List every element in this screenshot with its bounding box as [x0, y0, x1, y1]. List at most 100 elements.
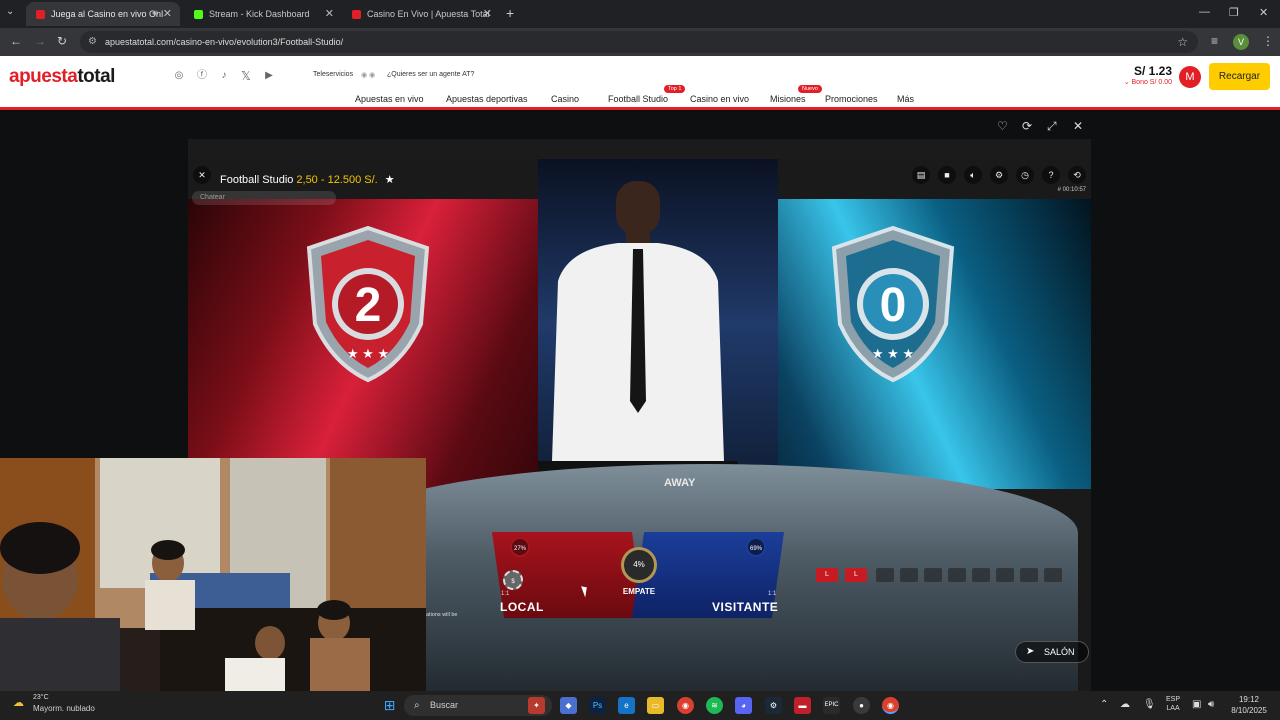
chrome-active-icon[interactable]: ◉ — [882, 697, 899, 714]
history-cell-empty — [1020, 568, 1038, 582]
lobby-icon[interactable]: ⟲ — [1068, 166, 1086, 184]
local-label[interactable]: LOCAL — [500, 600, 544, 614]
settings-gear-icon[interactable]: ⚙︎ — [990, 166, 1008, 184]
speaker-icon[interactable]: 🔊︎ — [152, 8, 158, 19]
phone-icons: ◉ ◉ — [361, 72, 376, 79]
nav-casino-en-vivo[interactable]: Casino en vivo — [690, 94, 749, 104]
history-cell-empty — [948, 568, 966, 582]
game-name: Football Studio — [220, 174, 294, 186]
local-percentage: 27% — [510, 537, 530, 557]
chat-input[interactable]: Chatear — [192, 191, 336, 205]
nav-promociones[interactable]: Promociones — [825, 94, 878, 104]
close-tab-icon[interactable]: ✕ — [483, 7, 492, 20]
chrome-icon[interactable]: ◉ — [677, 697, 694, 714]
user-avatar[interactable]: M — [1179, 66, 1201, 88]
nav-football-studio[interactable]: Football Studio — [608, 94, 668, 104]
reload-icon[interactable]: ↻ — [57, 34, 67, 48]
history-cell-empty — [996, 568, 1014, 582]
nav-mas[interactable]: Más — [897, 94, 914, 104]
close-game-icon[interactable]: ✕ — [1073, 119, 1083, 133]
close-video-icon[interactable]: ✕ — [193, 166, 211, 184]
favorite-star-icon[interactable]: ★ — [385, 174, 395, 186]
weather-icon[interactable]: ☁ — [10, 695, 27, 712]
visitor-label[interactable]: VISITANTE — [712, 600, 778, 614]
game-round-id: # 00:10:57 — [1057, 187, 1086, 193]
salon-button[interactable]: ➤ SALÓN — [1015, 641, 1089, 663]
language-indicator[interactable]: ESP LAA — [1166, 695, 1180, 713]
video-camera-icon[interactable]: ■ — [938, 166, 956, 184]
forward-icon[interactable]: → — [34, 34, 46, 48]
x-twitter-icon[interactable]: 𝕏 — [240, 70, 252, 82]
history-icon[interactable]: ◷ — [1016, 166, 1034, 184]
discord-icon[interactable]: ◕ — [735, 697, 752, 714]
tiktok-icon[interactable]: ♪ — [218, 70, 230, 82]
history-cell: L — [845, 568, 867, 582]
clock[interactable]: 19:12 8/10/2025 — [1224, 694, 1274, 716]
facebook-icon[interactable]: ⓕ — [196, 70, 208, 82]
nav-casino[interactable]: Casino — [551, 94, 579, 104]
nav-apuestas-en-vivo[interactable]: Apuestas en vivo — [355, 94, 424, 104]
back-icon[interactable]: ← — [10, 34, 22, 48]
help-icon[interactable]: ? — [1042, 166, 1060, 184]
epic-games-icon[interactable]: EPIC — [823, 697, 840, 714]
steam-icon[interactable]: ⚙︎ — [765, 697, 782, 714]
volume-tray-icon[interactable]: 🔊︎ — [1208, 699, 1214, 710]
app-red-icon[interactable]: ▬ — [794, 697, 811, 714]
site-info-icon[interactable]: ⚙︎ — [88, 31, 97, 53]
onedrive-icon[interactable]: ☁ — [1120, 699, 1130, 710]
nav-apuestas-deportivas[interactable]: Apuestas deportivas — [446, 94, 528, 104]
history-cell-empty — [900, 568, 918, 582]
copilot-app-icon[interactable]: ◆ — [560, 697, 577, 714]
tab-title: Juega al Casino en vivo Onl — [51, 9, 164, 19]
chip-icon[interactable]: $ — [503, 570, 523, 590]
away-score: 0 — [880, 279, 907, 332]
tab-search-icon[interactable]: ⌄ — [6, 6, 14, 17]
weather-text[interactable]: Mayorm. nublado — [33, 704, 95, 713]
tab-apuesta-total[interactable]: Casino En Vivo | Apuesta Total ✕ — [342, 2, 500, 26]
nav-misiones[interactable]: Misiones — [770, 94, 806, 104]
apuestatotal-logo[interactable]: apuestatotal — [9, 66, 115, 88]
chat-icon[interactable]: ▤ — [912, 166, 930, 184]
new-tab-button[interactable]: + — [506, 5, 514, 21]
bet-limits: 2,50 - 12.500 S/. — [296, 174, 378, 186]
tab-casino-en-vivo[interactable]: Juega al Casino en vivo Onl 🔊︎ ✕ — [26, 2, 180, 26]
tray-chevron-icon[interactable]: ⌃ — [1100, 699, 1108, 710]
instagram-icon[interactable]: ◎ — [173, 70, 185, 82]
restore-icon[interactable]: ❐ — [1229, 6, 1239, 19]
tab-kick-dashboard[interactable]: Stream - Kick Dashboard ✕ — [184, 2, 342, 26]
profile-avatar[interactable]: V — [1233, 34, 1249, 50]
windows-start-icon[interactable]: ⊞ — [381, 697, 398, 714]
url-text: apuestatotal.com/casino-en-vivo/evolutio… — [105, 37, 344, 47]
close-tab-icon[interactable]: ✕ — [163, 7, 172, 20]
fullscreen-icon[interactable]: ⤢ — [1047, 119, 1057, 134]
agent-link[interactable]: ¿Quieres ser un agente AT? — [387, 71, 474, 78]
stars-icon: ★ ★ ★ — [872, 346, 914, 361]
volume-icon[interactable]: 🔈︎ — [964, 166, 982, 184]
network-icon[interactable]: ▣ — [1192, 699, 1201, 710]
url-field[interactable]: ⚙︎ apuestatotal.com/casino-en-vivo/evolu… — [80, 31, 1198, 53]
table-notice: ations will be — [426, 612, 458, 618]
youtube-icon[interactable]: ▶ — [263, 70, 275, 82]
teleservicios-link[interactable]: Teleservicios — [313, 71, 353, 78]
obs-icon[interactable]: ● — [853, 697, 870, 714]
favorite-heart-icon[interactable]: ♡ — [997, 119, 1008, 133]
media-control-icon[interactable]: ≡ — [1211, 34, 1218, 48]
edge-icon[interactable]: e — [618, 697, 635, 714]
browser-menu-icon[interactable]: ⋮ — [1262, 34, 1274, 48]
refresh-game-icon[interactable]: ⟳ — [1022, 119, 1032, 133]
balance-amount[interactable]: S/ 1.23 — [1134, 64, 1172, 78]
tie-label[interactable]: EMPATE — [621, 587, 657, 596]
microphone-icon[interactable]: 🎙︎ — [1143, 699, 1156, 710]
close-tab-icon[interactable]: ✕ — [325, 7, 334, 20]
window-close-icon[interactable]: ✕ — [1259, 6, 1268, 19]
spotify-icon[interactable]: ≋ — [706, 697, 723, 714]
copilot-icon[interactable]: ✦ — [528, 697, 545, 714]
recharge-button[interactable]: Recargar — [1209, 63, 1270, 90]
bonus-text: Bono S/ 0.00 — [1131, 79, 1172, 86]
visitor-percentage: 69% — [746, 537, 766, 557]
tie-bet-spot[interactable]: 4% — [621, 547, 657, 583]
photoshop-icon[interactable]: Ps — [589, 697, 606, 714]
minimize-icon[interactable]: — — [1199, 6, 1210, 18]
file-explorer-icon[interactable]: ▭ — [647, 697, 664, 714]
bookmark-star-icon[interactable]: ☆ — [1177, 31, 1188, 53]
